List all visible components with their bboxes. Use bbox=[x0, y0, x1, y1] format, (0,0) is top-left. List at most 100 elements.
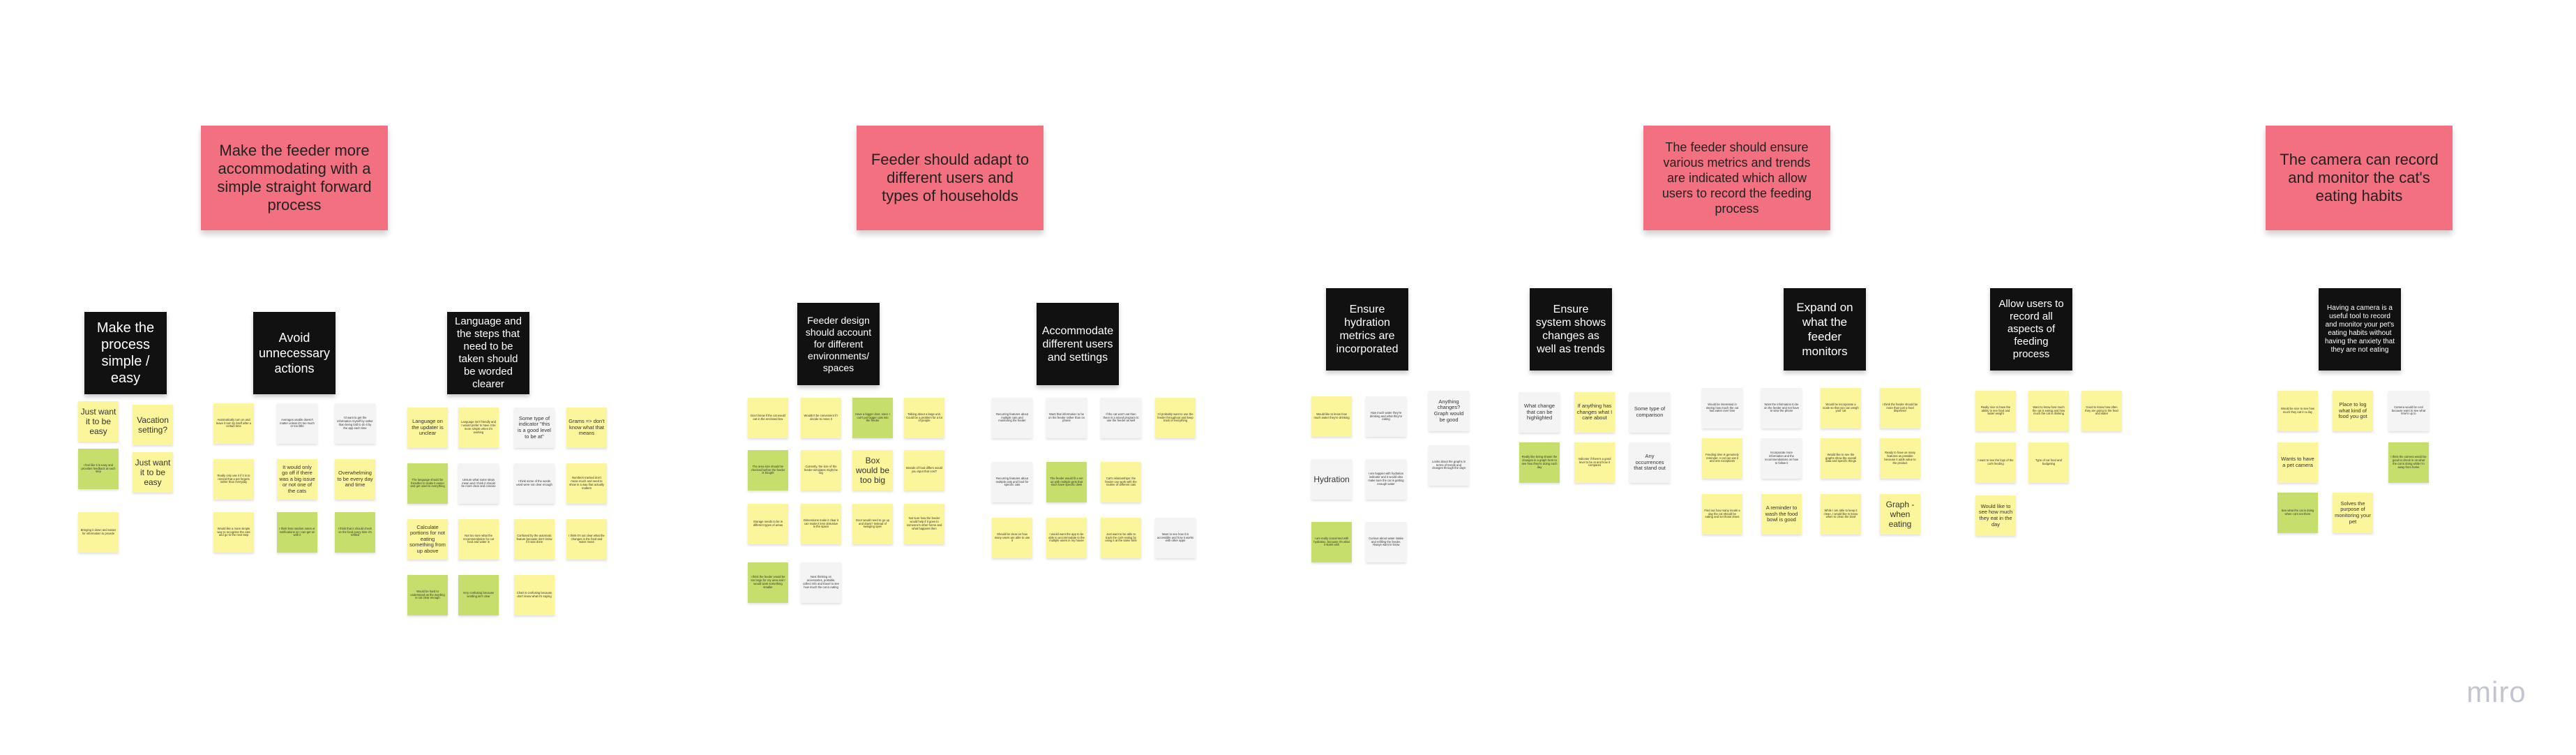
sticky-note[interactable]: If the cat won't eat then there is a mix… bbox=[1101, 398, 1141, 438]
sticky-note[interactable]: Confused by the automatic feature becaus… bbox=[514, 519, 555, 560]
sticky-note[interactable]: A reminder to wash the food bowl is good bbox=[1761, 494, 1802, 535]
sticky-note[interactable]: Just want it to be easy bbox=[133, 452, 173, 493]
sticky-note[interactable]: I would want the app to be able to accom… bbox=[1046, 518, 1087, 558]
sticky-note[interactable]: Some type of comparison bbox=[1629, 392, 1670, 433]
sticky-note[interactable]: Hydration bbox=[1311, 459, 1352, 500]
category-note[interactable]: Allow users to record all aspects of fee… bbox=[1990, 288, 2072, 371]
sticky-note[interactable]: Want the information to be on the feeder… bbox=[1761, 388, 1802, 428]
sticky-note[interactable]: Automatically turn on and leave it turn … bbox=[213, 403, 254, 444]
sticky-note[interactable]: Solves the purpose of monitoring your pe… bbox=[2333, 493, 2373, 533]
theme-note-camera[interactable]: The camera can record and monitor the ca… bbox=[2266, 126, 2453, 230]
sticky-note[interactable]: Place to log what kind of food you got bbox=[2333, 391, 2373, 431]
theme-note-adapt-users[interactable]: Feeder should adapt to different users a… bbox=[857, 126, 1044, 230]
sticky-note[interactable]: Would like a more simple way to recognis… bbox=[213, 512, 254, 553]
sticky-note[interactable]: Have a bigger door, since I can't put bi… bbox=[852, 398, 893, 438]
category-note[interactable]: Language and the steps that need to be t… bbox=[447, 312, 529, 394]
sticky-note[interactable]: Ready to have as many features as possib… bbox=[1880, 438, 1920, 479]
sticky-note[interactable]: It would only go off if there was a big … bbox=[277, 459, 317, 500]
sticky-note[interactable]: Don't know if the cat would eat in the e… bbox=[748, 398, 788, 438]
sticky-note[interactable]: I feel like it is easy and provides feed… bbox=[78, 449, 119, 489]
sticky-note[interactable]: Want to know how much the cat is eating … bbox=[2028, 391, 2069, 431]
sticky-note[interactable]: Just want to be able to track the cat's … bbox=[1101, 518, 1141, 558]
sticky-note[interactable]: Want to see how it is accessible and how… bbox=[1155, 518, 1196, 558]
sticky-note[interactable]: Wants to have a pet camera bbox=[2277, 442, 2318, 483]
sticky-note[interactable]: I am really concerned with hydration, be… bbox=[1311, 522, 1352, 562]
sticky-note[interactable]: Overwhelming to be every day and time bbox=[335, 459, 375, 500]
sticky-note[interactable]: See what the cat is doing when I am not … bbox=[2277, 493, 2318, 533]
sticky-note[interactable]: Talking about a large unit. Could be a p… bbox=[904, 398, 944, 438]
sticky-note[interactable]: The language should be friendlier to mak… bbox=[407, 463, 448, 504]
sticky-note[interactable]: Box would be too big bbox=[852, 450, 893, 491]
sticky-note[interactable]: I think some of the words used were not … bbox=[514, 463, 555, 504]
sticky-note[interactable]: Storage needs to be in different types o… bbox=[748, 504, 788, 544]
sticky-note[interactable]: Dimensions make it clear it can make it … bbox=[801, 504, 841, 544]
sticky-note[interactable]: Averages usable doesn't matter unless it… bbox=[277, 403, 317, 444]
sticky-note[interactable]: Bringing it down and easier for informat… bbox=[78, 512, 119, 553]
sticky-note[interactable]: Brands of food differs would you input t… bbox=[904, 450, 944, 491]
sticky-note[interactable]: Would be hard to understand as the wordi… bbox=[407, 575, 448, 615]
sticky-note[interactable]: Camera would be cool because want to see… bbox=[2388, 391, 2429, 431]
sticky-note[interactable]: Would be incorporate a scale so that you… bbox=[1821, 388, 1861, 428]
sticky-note[interactable]: Anything changes? Graph would be good bbox=[1429, 391, 1469, 431]
category-note[interactable]: Ensure hydration metrics are incorporate… bbox=[1326, 288, 1408, 371]
sticky-note[interactable]: Unsure what some steps mean and I think … bbox=[458, 463, 499, 504]
sticky-note[interactable]: The feeder would fit a set up with multi… bbox=[1046, 462, 1087, 502]
category-note[interactable]: Having a camera is a useful tool to reco… bbox=[2319, 288, 2401, 371]
sticky-note[interactable]: Numbers tracked don't mean much and need… bbox=[566, 463, 607, 504]
sticky-note[interactable]: How much water they're drinking and what… bbox=[1366, 396, 1406, 437]
sticky-note[interactable]: Next thinking on accessories, portable, … bbox=[801, 562, 841, 603]
category-note[interactable]: Avoid unnecessary actions bbox=[253, 312, 336, 394]
sticky-note[interactable]: Recurring features about multiple cats a… bbox=[992, 462, 1032, 502]
sticky-note[interactable]: Want that information to be on the feede… bbox=[1046, 398, 1087, 438]
sticky-note[interactable]: Some type of indicator "this is a good l… bbox=[514, 408, 555, 448]
category-note[interactable]: Make the process simple / easy bbox=[84, 312, 167, 394]
sticky-note[interactable]: Language isn't friendly and I would pref… bbox=[458, 408, 499, 448]
category-note[interactable]: Feeder design should account for differe… bbox=[797, 303, 880, 385]
sticky-note[interactable]: Recurring features about multiple cats a… bbox=[992, 398, 1032, 438]
sticky-note[interactable]: I think the camera would be good to chec… bbox=[2388, 442, 2429, 483]
sticky-note[interactable]: Curious about water intake and refilling… bbox=[1366, 522, 1406, 562]
sticky-note[interactable]: I think the feeder would be too large fo… bbox=[748, 562, 788, 603]
theme-note-metrics-trends[interactable]: The feeder should ensure various metrics… bbox=[1643, 126, 1830, 230]
sticky-note[interactable]: Looks about the graphs in terms of trend… bbox=[1429, 445, 1469, 486]
sticky-note[interactable]: Not too sure what the recommendation for… bbox=[458, 519, 499, 560]
sticky-note[interactable]: Graph - when eating bbox=[1880, 494, 1920, 535]
sticky-note[interactable]: The area size should be checked before t… bbox=[748, 450, 788, 491]
category-note[interactable]: Accommodate different users and settings bbox=[1037, 303, 1119, 385]
sticky-note[interactable]: I think that it should check on the food… bbox=[335, 512, 375, 553]
sticky-note[interactable]: Wouldn't be convenient if I decide to mo… bbox=[801, 398, 841, 438]
sticky-note[interactable]: Would like to know how much water they'r… bbox=[1311, 396, 1352, 437]
sticky-note[interactable]: Would like to see the graphs show the ov… bbox=[1821, 438, 1861, 479]
sticky-note[interactable]: Vacation setting? bbox=[133, 405, 173, 445]
sticky-note[interactable]: Would be nice to see how much they eat i… bbox=[2277, 391, 2318, 431]
sticky-note[interactable]: Door would need to go up and down? Inste… bbox=[852, 504, 893, 544]
sticky-note[interactable]: Language on the updater is unclear bbox=[407, 408, 448, 448]
sticky-note[interactable]: Really nice to have the ability to see f… bbox=[1975, 391, 2016, 431]
sticky-note[interactable]: I think the feeder should be more than j… bbox=[1880, 388, 1920, 428]
sticky-note[interactable]: Indicator if there's a good level to be … bbox=[1574, 442, 1615, 483]
sticky-note[interactable]: While I am able to keep it clean, I woul… bbox=[1821, 494, 1861, 535]
sticky-note[interactable]: Currently, the size of the feeder simula… bbox=[801, 450, 841, 491]
sticky-note[interactable]: Would like to see how much they eat in t… bbox=[1975, 495, 2016, 536]
sticky-note[interactable]: I'd want to get the information myself b… bbox=[335, 403, 375, 444]
sticky-note[interactable]: Grams => don't know what that means bbox=[566, 408, 607, 448]
category-note[interactable]: Expand on what the feeder monitors bbox=[1784, 288, 1866, 371]
sticky-note[interactable]: I think it's not clear what the changes … bbox=[566, 519, 607, 560]
sticky-note[interactable]: Find out how many meals a day the cat sh… bbox=[1702, 494, 1742, 535]
sticky-note[interactable]: Very confusing because wording isn't cle… bbox=[458, 575, 499, 615]
sticky-note[interactable]: Really like being shown the changes in a… bbox=[1519, 442, 1560, 483]
sticky-note[interactable]: If anything has changes what I care abou… bbox=[1574, 392, 1615, 433]
sticky-note[interactable]: Chart is confusing because don't know wh… bbox=[514, 575, 555, 615]
sticky-note[interactable]: Cat's relationships: the feeder can work… bbox=[1101, 462, 1141, 502]
sticky-note[interactable]: Feeding time is genuinely reminder. A ca… bbox=[1702, 438, 1742, 479]
sticky-note[interactable]: Good to know how often they are going to… bbox=[2081, 391, 2122, 431]
sticky-note[interactable]: Any occurrences that stand out bbox=[1629, 442, 1670, 483]
sticky-note[interactable]: What change that can be highlighted bbox=[1519, 392, 1560, 433]
sticky-note[interactable]: Not sure how the feeder would help if it… bbox=[904, 504, 944, 544]
sticky-note[interactable]: I am happier with hydration indicator an… bbox=[1366, 459, 1406, 500]
sticky-note[interactable]: Should be clear on how many users are ab… bbox=[992, 518, 1032, 558]
sticky-note[interactable]: Would be interested in seeing how much t… bbox=[1702, 388, 1742, 428]
sticky-note[interactable]: Incorporate more information and the rec… bbox=[1761, 438, 1802, 479]
sticky-note[interactable]: Really only use it if it is to remind th… bbox=[213, 459, 254, 500]
sticky-note[interactable]: Just want it to be easy bbox=[78, 401, 119, 442]
